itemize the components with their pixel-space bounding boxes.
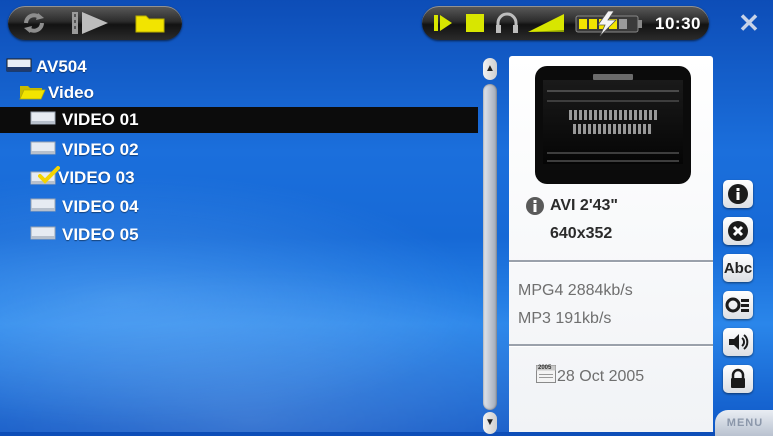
tree-item-video-01[interactable]: VIDEO 01 [30, 107, 139, 133]
video-file-icon [30, 110, 56, 131]
tree-item-label: VIDEO 03 [58, 168, 135, 187]
sync-icon[interactable] [12, 6, 56, 40]
tree-item-video-04[interactable]: VIDEO 04 [30, 194, 139, 220]
delete-icon [728, 221, 748, 241]
settings-button[interactable] [723, 291, 753, 319]
play-status-icon [426, 6, 460, 40]
checkmark-icon [38, 166, 60, 184]
stop-status-icon [460, 6, 490, 40]
tree-item-video-03[interactable]: VIDEO 03 [30, 165, 135, 191]
file-format: AVI 2'43" [550, 197, 619, 214]
divider [509, 260, 713, 262]
clock: 10:30 [655, 14, 701, 33]
video-play-icon[interactable] [62, 6, 122, 40]
scrollbar-thumb[interactable] [483, 84, 497, 410]
audio-codec: MP3 191kb/s [518, 310, 612, 327]
video-file-icon [30, 140, 56, 161]
speaker-icon [729, 334, 749, 350]
tree-item-label: VIDEO 02 [62, 140, 139, 159]
close-button[interactable]: ✕ [736, 10, 762, 36]
file-info-panel: AVI 2'43" 640x352 MPG4 2884kb/s MP3 191k… [509, 56, 713, 432]
lock-button[interactable] [723, 365, 753, 393]
file-date: 28 Oct 2005 [557, 368, 645, 385]
tree-root[interactable]: AV504 [6, 54, 87, 80]
file-resolution: 640x352 [550, 225, 613, 242]
tree-item-label: VIDEO 04 [62, 197, 139, 216]
scroll-up-button[interactable]: ▲ [483, 58, 497, 80]
video-codec: MPG4 2884kb/s [518, 282, 633, 299]
tree-item-video-02[interactable]: VIDEO 02 [30, 137, 139, 163]
tree-item-label: VIDEO 05 [62, 225, 139, 244]
rename-button[interactable]: Abc [723, 254, 753, 282]
info-button[interactable] [723, 180, 753, 208]
open-folder-icon [18, 82, 46, 105]
tree-item-label: VIDEO 01 [62, 110, 139, 129]
drive-icon [6, 57, 32, 78]
rename-icon: Abc [723, 259, 753, 277]
headphones-icon [492, 6, 522, 40]
delete-button[interactable] [723, 217, 753, 245]
settings-icon [725, 297, 749, 313]
divider [509, 344, 713, 346]
video-file-icon [30, 166, 60, 186]
tree-root-label: AV504 [36, 57, 87, 76]
video-file-icon [30, 225, 56, 246]
video-file-icon [30, 197, 56, 218]
tree-item-video-05[interactable]: VIDEO 05 [30, 222, 139, 248]
info-icon [728, 184, 748, 204]
calendar-icon: 2005 [536, 365, 556, 383]
scroll-down-button[interactable]: ▼ [483, 412, 497, 434]
tree-folder[interactable]: Video [18, 80, 94, 106]
folder-icon[interactable] [128, 6, 172, 40]
sound-button[interactable] [723, 328, 753, 356]
volume-level-icon [524, 6, 568, 40]
lock-icon [731, 368, 745, 388]
top-bar: 10:30 ✕ [0, 0, 773, 46]
menu-button[interactable]: MENU [715, 410, 773, 436]
video-thumbnail [535, 66, 691, 184]
tree-folder-label: Video [48, 83, 94, 102]
battery-charging-icon [570, 6, 650, 40]
calendar-year: 2005 [538, 365, 552, 371]
info-icon [525, 196, 545, 221]
